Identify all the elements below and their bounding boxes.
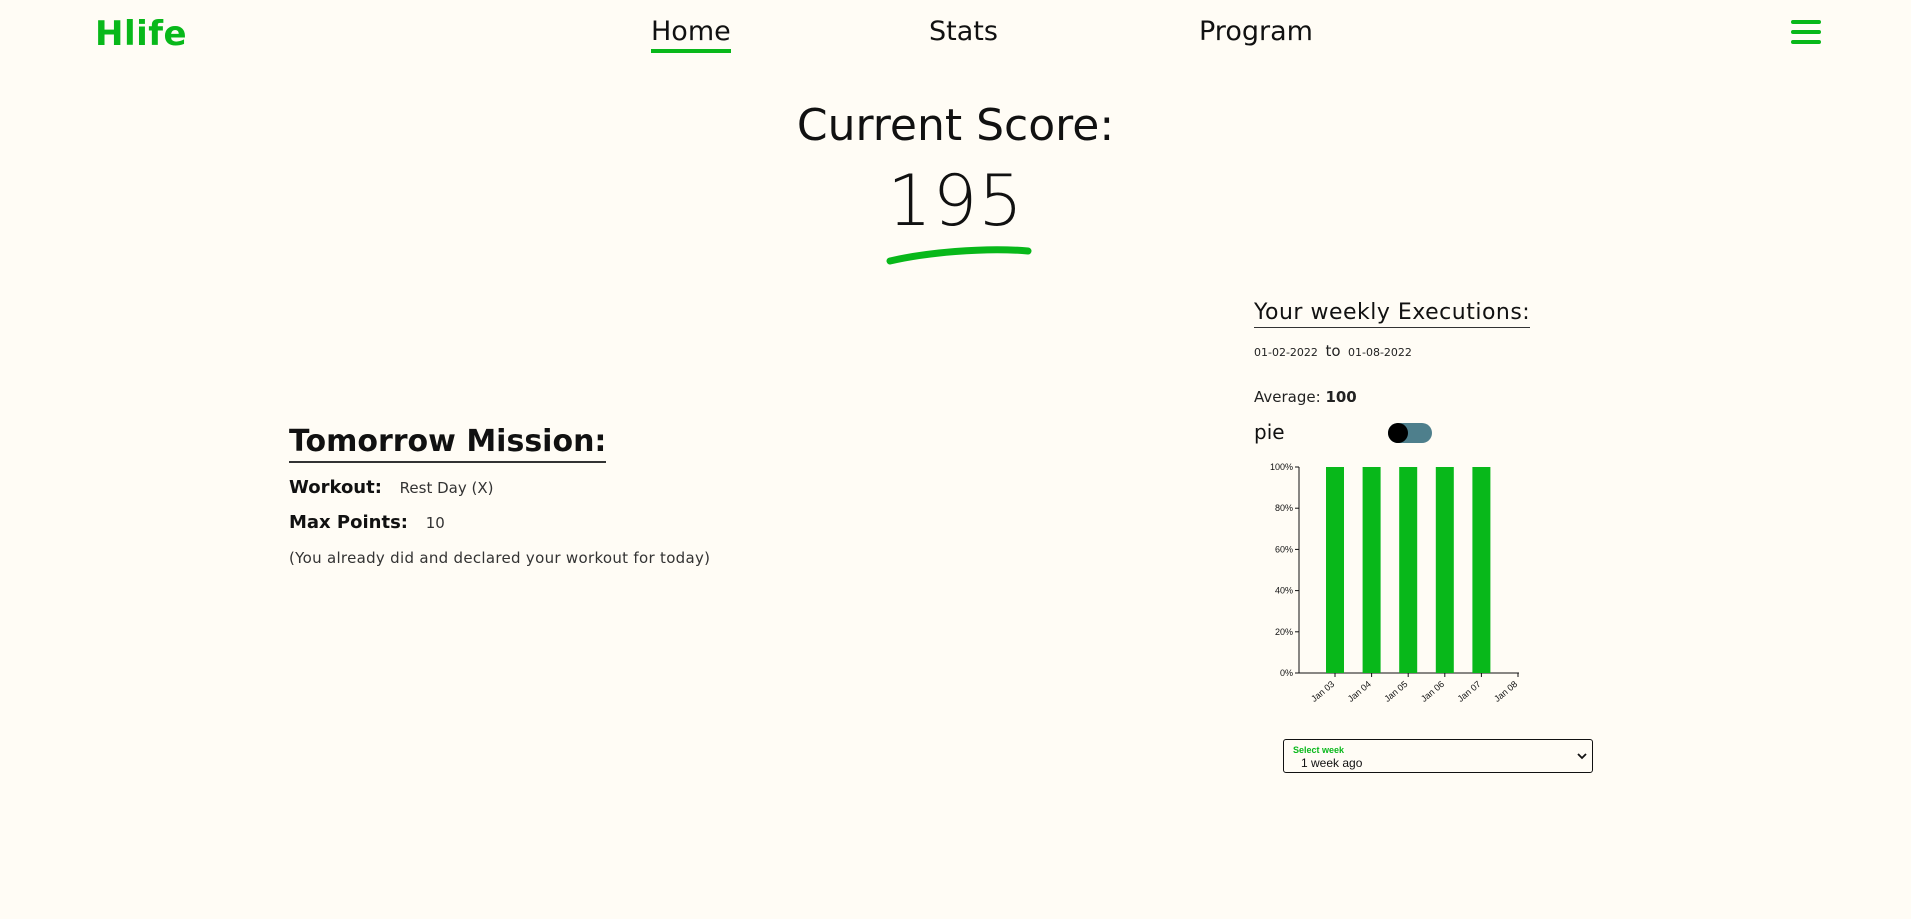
y-tick-label: 100%: [1270, 462, 1293, 472]
date-to: 01-08-2022: [1348, 346, 1412, 359]
average: Average: 100: [1254, 388, 1530, 406]
date-range: 01-02-2022 to 01-08-2022: [1254, 342, 1530, 360]
nav-home[interactable]: Home: [651, 16, 731, 53]
week-select[interactable]: Select week 1 week ago: [1283, 739, 1593, 773]
chevron-down-icon: [1577, 753, 1587, 760]
date-from: 01-02-2022: [1254, 346, 1318, 359]
weekly-executions: Your weekly Executions: 01-02-2022 to 01…: [1254, 300, 1531, 444]
max-points-row: Max Points: 10: [289, 512, 710, 533]
x-tick-label: Jan 03: [1309, 679, 1336, 704]
workout-row: Workout: Rest Day (X): [289, 477, 710, 498]
x-tick-label: Jan 08: [1492, 679, 1519, 704]
bar-jan-04: [1362, 467, 1381, 673]
menu-bar: [1791, 30, 1821, 34]
mission-title: Tomorrow Mission:: [289, 424, 607, 463]
weekly-title: Your weekly Executions:: [1254, 300, 1531, 328]
menu-bar: [1791, 40, 1821, 44]
y-tick-label: 20%: [1275, 627, 1293, 637]
x-tick-label: Jan 06: [1419, 679, 1446, 704]
main-nav: Home Stats Program: [0, 16, 1911, 56]
y-tick-label: 40%: [1275, 586, 1293, 596]
pie-toggle[interactable]: [1388, 423, 1432, 443]
max-points-value: 10: [425, 514, 445, 532]
x-tick-label: Jan 04: [1346, 679, 1373, 704]
max-points-label: Max Points:: [289, 512, 408, 533]
bar-jan-06: [1435, 467, 1454, 673]
bar-jan-03: [1326, 467, 1344, 673]
week-select-label: Select week: [1293, 745, 1345, 755]
nav-stats[interactable]: Stats: [929, 16, 998, 49]
mission-note: (You already did and declared your worko…: [289, 549, 711, 567]
menu-bar: [1791, 20, 1821, 24]
bar-jan-07: [1472, 467, 1491, 673]
average-label: Average:: [1254, 388, 1321, 406]
x-tick-label: Jan 05: [1382, 679, 1409, 704]
chart-type-toggle-row: pie: [1254, 420, 1454, 444]
weekly-bar-chart: 0% 20% 40% 60% 80% 100% Jan 03 Jan 04 Jan 05 Jan …: [1270, 462, 1519, 704]
workout-value: Rest Day (X): [399, 479, 494, 497]
week-select-value: 1 week ago: [1301, 756, 1363, 770]
tomorrow-mission: Tomorrow Mission: Workout: Rest Day (X) …: [289, 424, 710, 567]
y-tick-label: 60%: [1275, 544, 1293, 554]
average-value: 100: [1325, 388, 1357, 406]
y-tick-label: 0%: [1280, 668, 1293, 678]
score-value: 195: [887, 160, 1024, 242]
workout-label: Workout:: [289, 477, 382, 498]
date-to-word: to: [1325, 342, 1341, 360]
score-title: Current Score:: [796, 100, 1115, 151]
toggle-knob: [1388, 423, 1408, 443]
nav-program[interactable]: Program: [1199, 16, 1313, 49]
x-tick-label: Jan 07: [1456, 679, 1483, 704]
hamburger-icon[interactable]: [1791, 20, 1821, 46]
bar-jan-05: [1399, 467, 1418, 673]
toggle-label: pie: [1254, 420, 1285, 444]
score-underline: [886, 246, 1032, 265]
y-tick-label: 80%: [1275, 503, 1293, 513]
